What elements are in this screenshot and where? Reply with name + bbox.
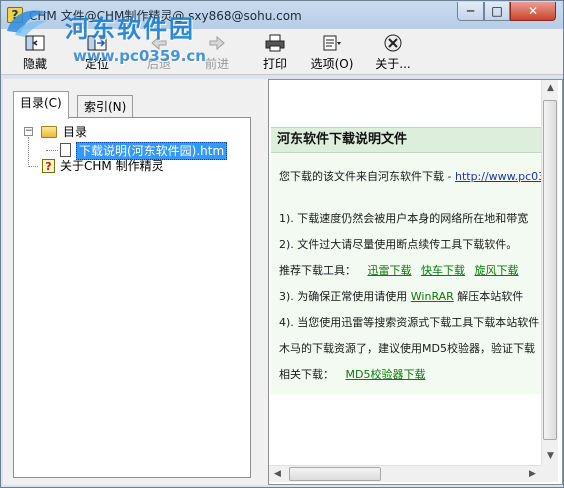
about-button[interactable]: 关于...	[371, 33, 415, 73]
document-icon	[60, 143, 71, 157]
site-link[interactable]: http://www.pc0359.cn	[455, 170, 541, 183]
forward-arrow-icon	[206, 33, 228, 53]
watermark-url: www.pc0359.cn	[73, 47, 206, 65]
intro-text: 您下载的该文件来自河东软件下载 -	[279, 170, 455, 183]
options-label: 选项(O)	[310, 57, 354, 71]
tree-connector	[28, 137, 29, 167]
horizontal-scrollbar[interactable]: ◀ ▶	[269, 465, 541, 482]
print-label: 打印	[262, 57, 287, 71]
line3-suffix: 解压本站软件	[453, 290, 524, 303]
content-body: 您下载的该文件来自河东软件下载 - http://www.pc0359.cn 1…	[271, 154, 541, 394]
watermark-logo	[3, 5, 53, 39]
tools-label: 推荐下载工具：	[279, 264, 356, 277]
related-label: 相关下载：	[279, 368, 334, 381]
note-line-4: 4). 当您使用迅雷等搜索资源式下载工具下载本站软件	[279, 316, 540, 329]
content-heading: 河东软件下载说明文件	[271, 127, 541, 153]
navigation-pane: 目录(C) 索引(N) − 目录 下载说明(河东软件园).htm ? 关于CHM…	[3, 79, 262, 485]
help-page-icon: ?	[42, 159, 55, 173]
note-line-1: 1). 下载速度仍然会被用户本身的网络所在地和带宽	[279, 212, 529, 225]
chm-viewer-window: ? CHM 文件@CHM制作精灵@ sxy868@sohu.com ─ □ ✕ …	[0, 0, 564, 488]
tree-connector	[46, 150, 58, 151]
intro-line: 您下载的该文件来自河东软件下载 - http://www.pc0359.cn	[279, 168, 541, 184]
line3-prefix: 3). 为确保正常使用请使用	[279, 290, 411, 303]
watermark-title: 河东软件园	[65, 15, 195, 43]
contents-tree: − 目录 下载说明(河东软件园).htm ? 关于CHM 制作精灵	[13, 117, 251, 478]
about-label: 关于...	[375, 57, 411, 71]
print-icon	[264, 33, 286, 53]
scroll-down-arrow[interactable]: ▼	[542, 448, 559, 465]
tree-collapse-toggle[interactable]: −	[24, 127, 33, 136]
print-button[interactable]: 打印	[255, 33, 295, 73]
tree-connector	[28, 166, 38, 167]
winrar-link[interactable]: WinRAR	[411, 290, 454, 303]
maximize-button[interactable]: □	[484, 2, 510, 21]
options-icon	[321, 33, 343, 53]
tools-line: 推荐下载工具： 迅雷下载 快车下载 旋风下载	[279, 262, 519, 278]
about-icon	[382, 33, 404, 53]
whirlwind-download-link[interactable]: 旋风下载	[475, 264, 519, 277]
hide-label: 隐藏	[22, 57, 47, 71]
minimize-button[interactable]: ─	[457, 2, 484, 21]
related-line: 相关下载： MD5校验器下载	[279, 366, 425, 382]
horizontal-scroll-thumb[interactable]	[289, 467, 381, 481]
tab-index[interactable]: 索引(N)	[77, 95, 134, 117]
content-pane: 河东软件下载说明文件 您下载的该文件来自河东软件下载 - http://www.…	[268, 79, 563, 485]
scroll-left-arrow[interactable]: ◀	[269, 466, 286, 483]
scrollbar-corner	[541, 465, 558, 482]
note-line-5: 木马的下载资源了，建议使用MD5校验器，验证下载	[279, 342, 535, 355]
open-folder-icon	[41, 126, 57, 138]
options-button[interactable]: 选项(O)	[307, 33, 357, 73]
tab-contents[interactable]: 目录(C)	[13, 91, 69, 119]
tree-item-label: 目录	[63, 125, 88, 139]
note-line-2: 2). 文件过大请尽量使用断点续传工具下载软件。	[279, 238, 518, 251]
scroll-right-arrow[interactable]: ▶	[524, 466, 541, 483]
close-button[interactable]: ✕	[510, 2, 556, 21]
tree-item-label: 关于CHM 制作精灵	[60, 159, 164, 173]
thunder-download-link[interactable]: 迅雷下载	[368, 264, 412, 277]
note-line-3: 3). 为确保正常使用请使用 WinRAR 解压本站软件	[279, 288, 523, 304]
vertical-scroll-thumb[interactable]	[543, 100, 557, 440]
md5-download-link[interactable]: MD5校验器下载	[346, 368, 426, 381]
flashget-download-link[interactable]: 快车下载	[421, 264, 465, 277]
scroll-up-arrow[interactable]: ▲	[542, 80, 559, 97]
vertical-scrollbar[interactable]: ▲ ▼	[541, 80, 558, 465]
